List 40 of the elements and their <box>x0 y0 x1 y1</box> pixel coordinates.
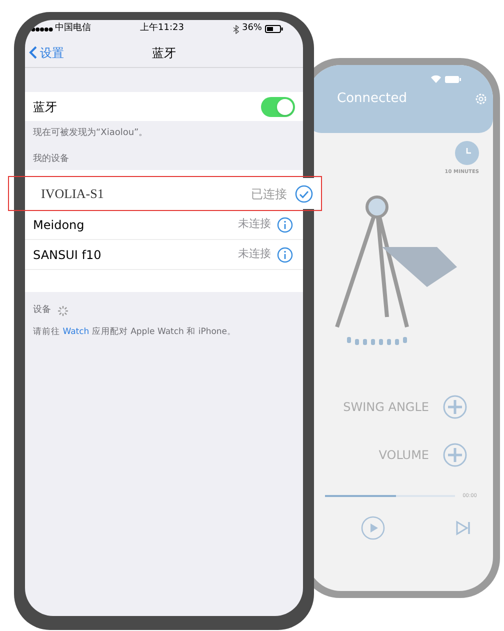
watch-hint: 请前往 Watch 应用配对 Apple Watch 和 iPhone。 <box>32 326 238 338</box>
connection-title: Connected <box>337 90 408 108</box>
bluetooth-label: 蓝牙 <box>33 98 57 116</box>
settings-icon[interactable] <box>475 92 487 105</box>
back-chevron-icon <box>29 46 37 59</box>
clock-label: 上午11:23 <box>140 22 184 36</box>
dots-indicator-icon <box>347 336 409 344</box>
plus-button-icon[interactable] <box>443 394 467 418</box>
device-name: Meidong <box>33 216 84 234</box>
progress-fill[interactable] <box>325 495 396 498</box>
loading-spinner-icon <box>57 304 69 317</box>
device-name: SANSUI f10 <box>33 246 102 264</box>
info-icon[interactable] <box>277 246 293 262</box>
battery-icon <box>445 76 461 82</box>
control-label: VOLUME <box>378 446 429 464</box>
device-status: 未连接 <box>238 246 271 262</box>
wifi-icon <box>431 75 441 83</box>
play-button-icon[interactable] <box>361 516 385 540</box>
bluetooth-icon <box>232 24 239 34</box>
carrier-label: 中国电信 <box>55 22 91 36</box>
section-header: 我的设备 <box>32 152 70 166</box>
discoverable-note: 现在可被发现为“Xiaolou”。 <box>32 127 149 140</box>
skip-next-icon[interactable] <box>455 520 471 536</box>
plus-button-icon[interactable] <box>443 442 467 466</box>
device-status: 未连接 <box>238 216 271 232</box>
battery-percent: 36% <box>242 22 262 36</box>
info-icon[interactable] <box>277 216 293 232</box>
back-button[interactable]: 设置 <box>29 44 64 62</box>
clock-icon[interactable] <box>455 141 479 165</box>
signal-icon <box>31 26 53 32</box>
toggle-switch[interactable] <box>261 96 295 116</box>
device-row[interactable]: Meidong 未连接 <box>25 210 303 240</box>
page-title: 蓝牙 <box>152 44 176 62</box>
devices-header: 设备 <box>33 304 51 317</box>
control-label: SWING ANGLE <box>343 398 429 416</box>
device-status: 已连接 <box>251 186 287 202</box>
device-row[interactable]: SANSUI f10 未连接 <box>25 240 303 270</box>
battery-icon <box>264 25 283 33</box>
device-name: IVOLIA-S1 <box>41 184 104 203</box>
watch-link[interactable]: Watch <box>62 326 90 336</box>
